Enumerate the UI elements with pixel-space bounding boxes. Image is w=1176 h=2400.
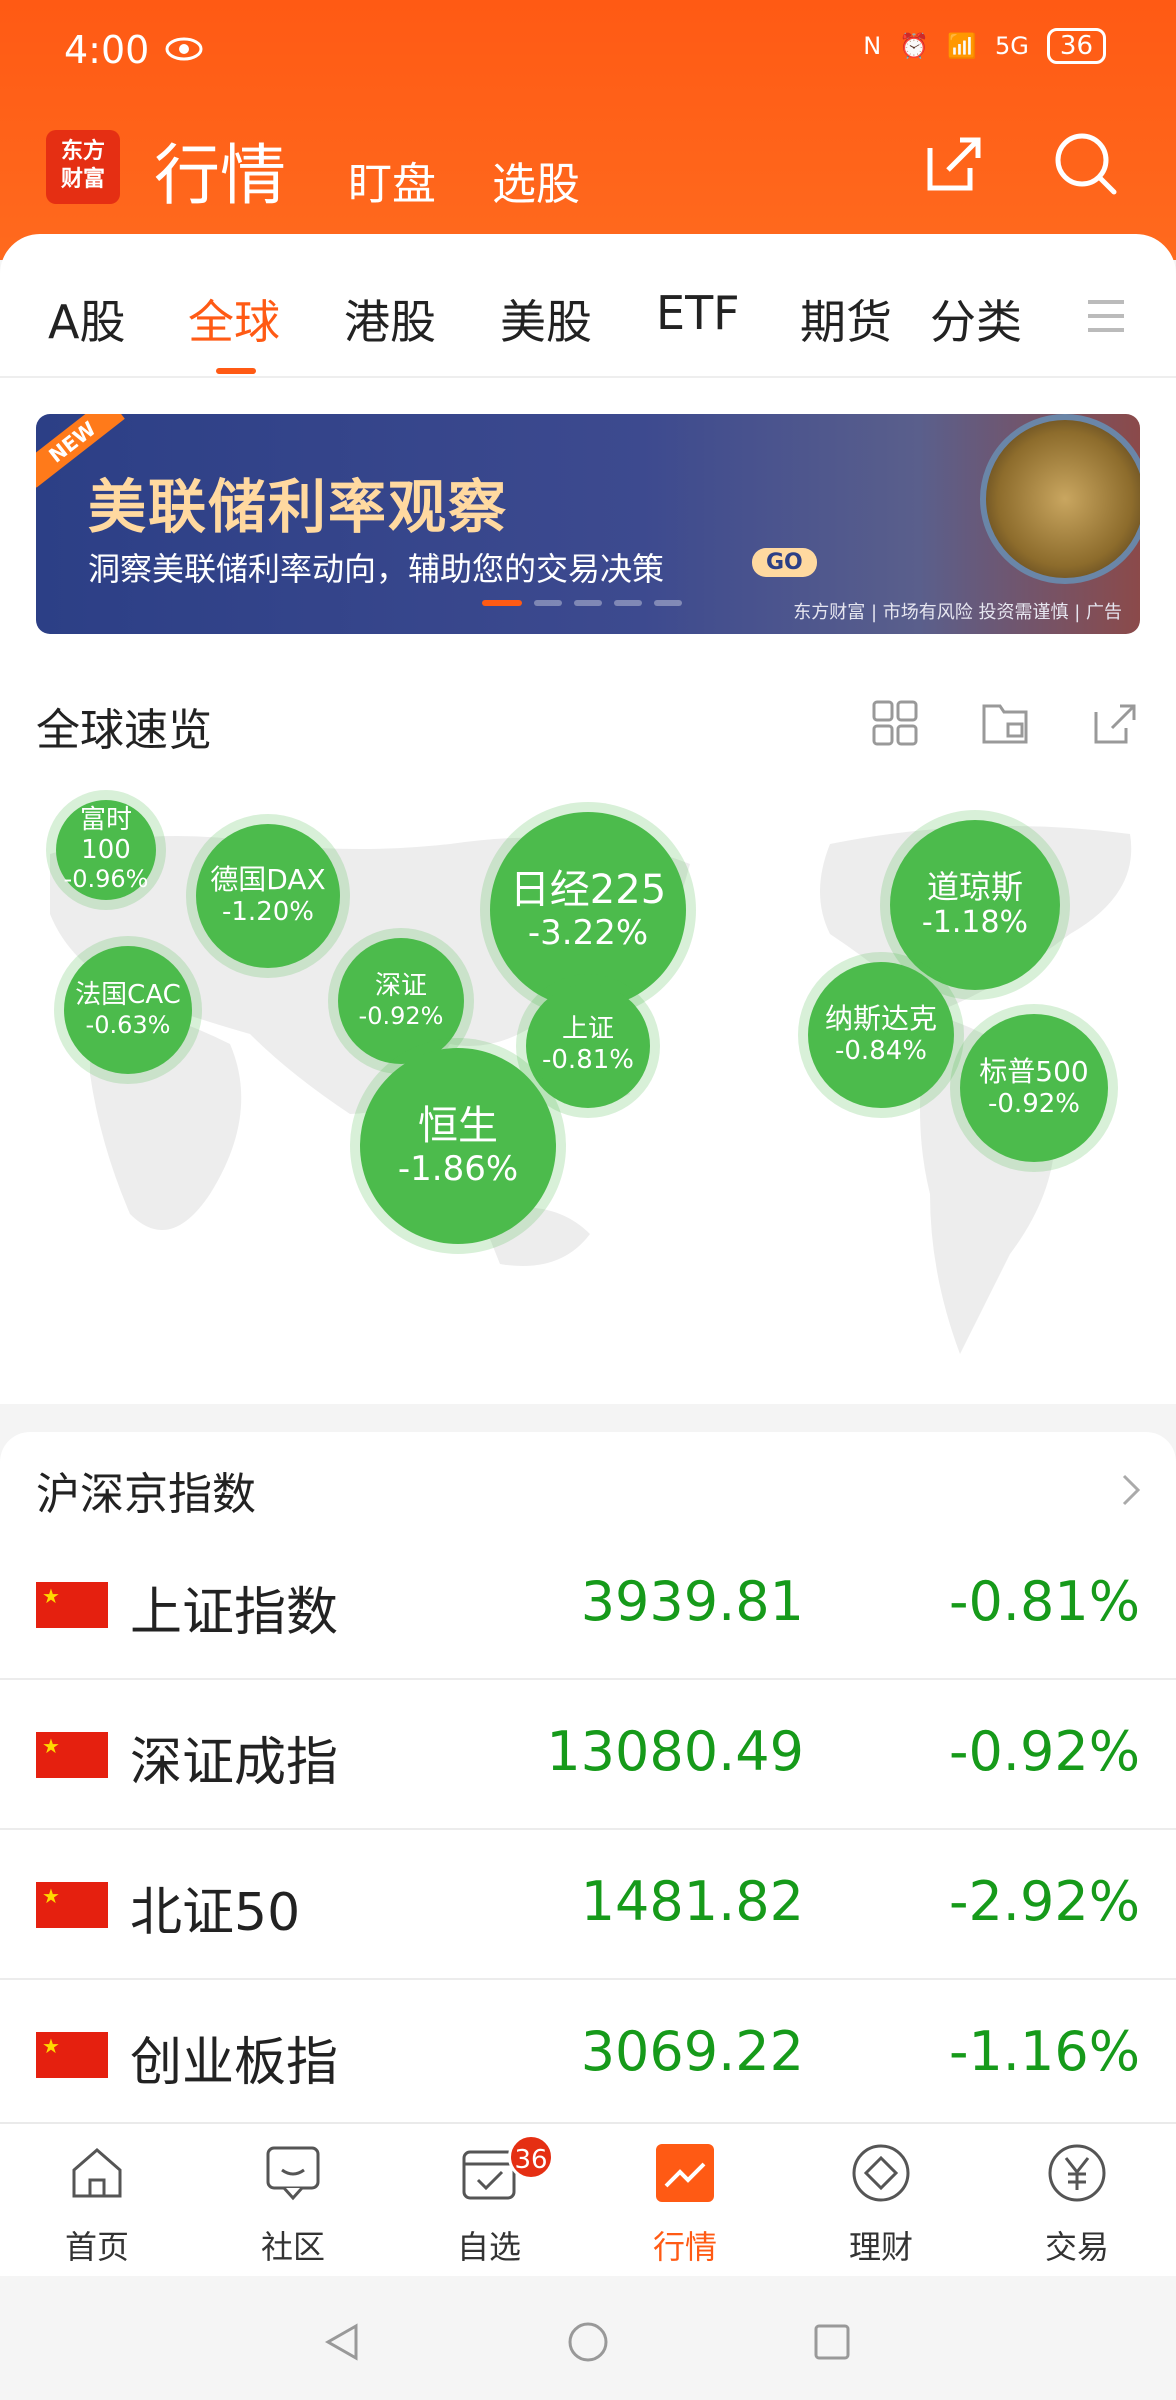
- wifi-icon: 📶: [947, 32, 978, 60]
- banner-disclaimer: 东方财富 | 市场有风险 投资需谨慎 | 广告: [793, 602, 1122, 623]
- china-flag-icon: ★: [36, 1582, 108, 1628]
- status-icons: N ⏰ 📶 5G 36: [863, 28, 1106, 64]
- index-row[interactable]: ★ 北证50 1481.82 -2.92%: [0, 1830, 1176, 1980]
- world-map: 富时100 -0.96% 德国DAX -1.20% 法国CAC -0.63% 深…: [30, 800, 1150, 1374]
- bubble-ftse100[interactable]: 富时100 -0.96%: [56, 800, 156, 900]
- bubble-nasdaq[interactable]: 纳斯达克 -0.84%: [808, 962, 954, 1108]
- alarm-icon: ⏰: [899, 32, 930, 60]
- bubble-cac[interactable]: 法国CAC -0.63%: [64, 946, 192, 1074]
- china-flag-icon: ★: [36, 1732, 108, 1778]
- bubble-dow-jones[interactable]: 道琼斯 -1.18%: [890, 820, 1060, 990]
- china-flag-icon: ★: [36, 2032, 108, 2078]
- nav-home[interactable]: 首页: [22, 2142, 172, 2272]
- subnav-watch[interactable]: 盯盘: [348, 148, 436, 212]
- index-list-title: 沪深京指数: [36, 1469, 256, 1520]
- eye-icon: [165, 37, 203, 61]
- fed-seal-image: [980, 414, 1140, 584]
- status-bar: 4:00 N ⏰ 📶 5G 36: [0, 28, 1176, 72]
- home-button-icon[interactable]: [566, 2320, 610, 2364]
- menu-icon[interactable]: [1086, 296, 1126, 336]
- tab-global[interactable]: 全球: [188, 286, 280, 352]
- market-tabs: A股 全球 港股 美股 ETF 期货 分类: [0, 234, 1176, 378]
- home-icon: [72, 2148, 122, 2198]
- search-icon[interactable]: [1050, 128, 1120, 198]
- nav-community[interactable]: 社区: [218, 2142, 368, 2272]
- bubble-sp500[interactable]: 标普500 -0.92%: [960, 1014, 1108, 1162]
- chart-icon: [656, 2144, 714, 2202]
- nav-trade[interactable]: 交易: [1002, 2142, 1152, 2272]
- bottom-nav: 首页 社区 36 自选 行情 理财 交易: [0, 2122, 1176, 2276]
- chevron-right-icon[interactable]: [1116, 1470, 1146, 1510]
- recents-icon[interactable]: [810, 2320, 854, 2364]
- nav-watchlist[interactable]: 36 自选: [414, 2134, 564, 2272]
- status-time: 4:00: [64, 28, 150, 72]
- folder-icon[interactable]: [980, 698, 1030, 748]
- index-row[interactable]: ★ 上证指数 3939.81 -0.81%: [0, 1530, 1176, 1680]
- signal-icon: 5G: [995, 32, 1029, 60]
- china-index-list: 沪深京指数 ★ 上证指数 3939.81 -0.81% ★ 深证成指 13080…: [0, 1432, 1176, 2122]
- banner-subtitle: 洞察美联储利率动向，辅助您的交易决策: [88, 550, 665, 588]
- battery-indicator: 36: [1046, 28, 1106, 64]
- bubble-shanghai[interactable]: 上证 -0.81%: [526, 984, 650, 1108]
- promo-banner[interactable]: NEW 美联储利率观察 洞察美联储利率动向，辅助您的交易决策 GO 东方财富 |…: [36, 414, 1140, 634]
- market-card: A股 全球 港股 美股 ETF 期货 分类 NEW 美联储利率观察 洞察美联储利…: [0, 234, 1176, 1404]
- nfc-icon: N: [863, 32, 882, 60]
- page-title: 行情: [154, 137, 286, 214]
- tab-a-share[interactable]: A股: [48, 286, 125, 352]
- app-header: 4:00 N ⏰ 📶 5G 36 东方财富 行情 盯盘 选股: [0, 0, 1176, 260]
- share-icon[interactable]: [1090, 698, 1140, 748]
- subnav-stock-picker[interactable]: 选股: [492, 148, 580, 212]
- nav-wealth[interactable]: 理财: [806, 2142, 956, 2272]
- tab-us[interactable]: 美股: [500, 286, 592, 352]
- carousel-dots: [482, 600, 682, 606]
- index-row[interactable]: ★ 创业板指 3069.22 -1.16%: [0, 1980, 1176, 2130]
- nav-market[interactable]: 行情: [610, 2142, 760, 2272]
- active-tab-indicator: [216, 368, 256, 374]
- tab-etf[interactable]: ETF: [656, 286, 740, 340]
- china-flag-icon: ★: [36, 1882, 108, 1928]
- chat-icon: [266, 2146, 320, 2201]
- share-icon[interactable]: [920, 128, 990, 198]
- app-logo[interactable]: 东方财富: [46, 130, 120, 204]
- index-row[interactable]: ★ 深证成指 13080.49 -0.92%: [0, 1680, 1176, 1830]
- bubble-nikkei225[interactable]: 日经225 -3.22%: [490, 812, 686, 1008]
- grid-icon[interactable]: [870, 698, 920, 748]
- overview-title: 全球速览: [36, 705, 212, 756]
- system-nav-bar: [0, 2276, 1176, 2400]
- banner-title: 美联储利率观察: [88, 473, 509, 541]
- tab-category[interactable]: 分类: [930, 286, 1022, 352]
- yen-icon: [1048, 2144, 1106, 2202]
- watchlist-badge: 36: [508, 2134, 554, 2180]
- banner-go-button[interactable]: GO: [752, 548, 817, 577]
- bubble-dax[interactable]: 德国DAX -1.20%: [196, 824, 340, 968]
- bubble-shenzhen[interactable]: 深证 -0.92%: [338, 938, 464, 1064]
- back-icon[interactable]: [320, 2320, 364, 2364]
- diamond-icon: [852, 2144, 910, 2202]
- bubble-hangseng[interactable]: 恒生 -1.86%: [360, 1048, 556, 1244]
- tab-futures[interactable]: 期货: [800, 286, 892, 352]
- tab-hk[interactable]: 港股: [344, 286, 436, 352]
